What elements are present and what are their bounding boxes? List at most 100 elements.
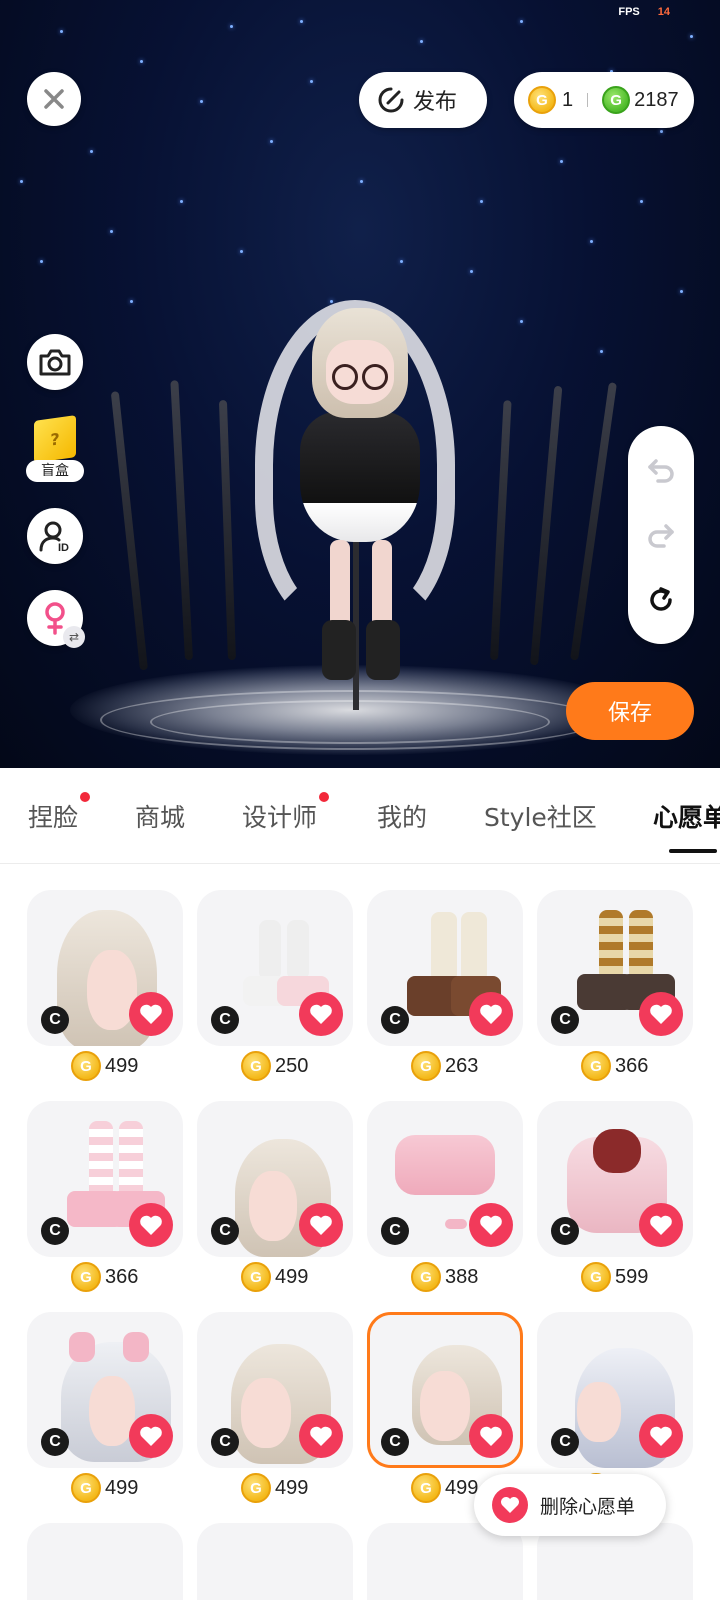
wishlist-heart-button[interactable] (469, 1203, 513, 1247)
item-price: G 250 (241, 1050, 308, 1082)
item-shape (431, 912, 457, 982)
star (640, 200, 643, 203)
item-shape (629, 910, 653, 980)
face-shape (420, 1371, 470, 1441)
heart-icon (650, 1215, 672, 1235)
wishlist-heart-button[interactable] (469, 992, 513, 1036)
wishlist-item[interactable]: C G 388 (367, 1101, 523, 1295)
wishlist-heart-button[interactable] (299, 992, 343, 1036)
gold-coin-icon: G (411, 1262, 441, 1292)
creator-badge-icon: C (41, 1006, 69, 1034)
notification-dot (80, 792, 91, 802)
wishlist-heart-button[interactable] (129, 1203, 173, 1247)
avatar-character[interactable] (250, 290, 470, 730)
wishlist-item[interactable]: C G 499 (27, 890, 183, 1084)
star (520, 320, 523, 323)
wishlist-item[interactable]: C G 499 (27, 1312, 183, 1506)
currency-divider (587, 93, 589, 107)
star (420, 40, 423, 43)
gender-switch-button[interactable]: ⇄ (27, 590, 85, 648)
wishlist-heart-button[interactable] (639, 1414, 683, 1458)
heart-icon (480, 1215, 502, 1235)
wishlist-heart-button[interactable] (469, 1414, 513, 1458)
wishlist-heart-button[interactable] (639, 1203, 683, 1247)
publish-button[interactable]: 发布 (359, 72, 487, 128)
tab-wishlist[interactable]: 心愿单 (653, 798, 720, 834)
item-price: G 499 (71, 1050, 138, 1082)
creator-badge-icon: C (551, 1217, 579, 1245)
item-price: G 263 (411, 1050, 478, 1082)
wishlist-item[interactable]: C G 599 (537, 1101, 693, 1295)
wishlist-heart-button[interactable] (639, 992, 683, 1036)
camera-button[interactable] (27, 334, 83, 390)
currency-balance[interactable]: G 1 G 2187 (514, 72, 694, 128)
wishlist-item[interactable]: C G 499 (197, 1101, 353, 1295)
tab-designer[interactable]: 设计师 (242, 792, 330, 834)
item-shape (259, 920, 281, 980)
svg-text:ID: ID (58, 542, 69, 553)
wishlist-item[interactable]: C G 366 (537, 890, 693, 1084)
item-price: G 599 (581, 1261, 648, 1293)
star (480, 200, 483, 203)
item-shape (123, 1332, 149, 1362)
avatar-preview-scene[interactable]: FPS 14 发布 G 1 G 2187 ? 盲盒 ID ⇄ 保存 (0, 0, 720, 768)
price-value: 499 (105, 1476, 139, 1499)
price-value: 499 (105, 1054, 139, 1077)
heart-icon (480, 1426, 502, 1446)
star (660, 130, 663, 133)
avatar-id-button[interactable]: ID (27, 508, 83, 564)
reset-icon[interactable] (646, 585, 676, 615)
wishlist-heart-button[interactable] (129, 1414, 173, 1458)
wishlist-item[interactable]: C G 263 (367, 890, 523, 1084)
tab-style-community[interactable]: Style社区 (484, 798, 597, 834)
gold-coin-icon: G (241, 1051, 271, 1081)
star (130, 300, 133, 303)
avatar-boot (322, 620, 356, 680)
star (600, 350, 603, 353)
close-button[interactable] (27, 72, 81, 126)
wishlist-item[interactable]: C G 366 (27, 1101, 183, 1295)
gold-coin-icon: G (241, 1473, 271, 1503)
gold-coin-icon: G (241, 1262, 271, 1292)
camera-icon (39, 349, 71, 376)
tab-shop[interactable]: 商城 (135, 798, 185, 834)
green-coin-count: 2187 (634, 88, 679, 111)
star (310, 80, 313, 83)
tab-mine[interactable]: 我的 (377, 798, 427, 834)
item-price: G 499 (241, 1472, 308, 1504)
price-value: 263 (445, 1054, 479, 1077)
item-thumbnail[interactable] (197, 1523, 353, 1600)
fps-value: 14 (657, 6, 670, 18)
tab-face[interactable]: 捏脸 (28, 792, 91, 834)
creator-badge-icon: C (41, 1428, 69, 1456)
swap-icon: ⇄ (63, 626, 85, 648)
heart-icon (310, 1004, 332, 1024)
heart-icon (140, 1215, 162, 1235)
redo-icon[interactable] (646, 520, 676, 550)
item-shape (593, 1129, 641, 1173)
undo-icon[interactable] (646, 455, 676, 485)
wishlist-heart-button[interactable] (129, 992, 173, 1036)
publish-icon (378, 87, 404, 113)
wishlist-item[interactable]: C G 499 (197, 1312, 353, 1506)
item-shape (599, 910, 623, 980)
item-shape (461, 912, 487, 982)
heart-icon (650, 1004, 672, 1024)
save-button[interactable]: 保存 (566, 682, 694, 740)
round-glasses (362, 364, 388, 390)
wishlist-heart-button[interactable] (299, 1203, 343, 1247)
item-thumbnail[interactable] (27, 1523, 183, 1600)
wishlist-item[interactable]: C G 250 (197, 890, 353, 1084)
creator-badge-icon: C (551, 1006, 579, 1034)
blind-box-button[interactable]: ? 盲盒 (26, 415, 84, 486)
wishlist-heart-button[interactable] (299, 1414, 343, 1458)
publish-label: 发布 (413, 89, 458, 114)
remove-from-wishlist-popup[interactable]: 删除心愿单 (474, 1474, 666, 1536)
item-price: G 366 (581, 1050, 648, 1082)
heart-icon (310, 1215, 332, 1235)
item-shape (287, 920, 309, 980)
item-shape (89, 1121, 113, 1201)
star (680, 290, 683, 293)
item-price: G 366 (71, 1261, 138, 1293)
item-price: G 499 (71, 1472, 138, 1504)
